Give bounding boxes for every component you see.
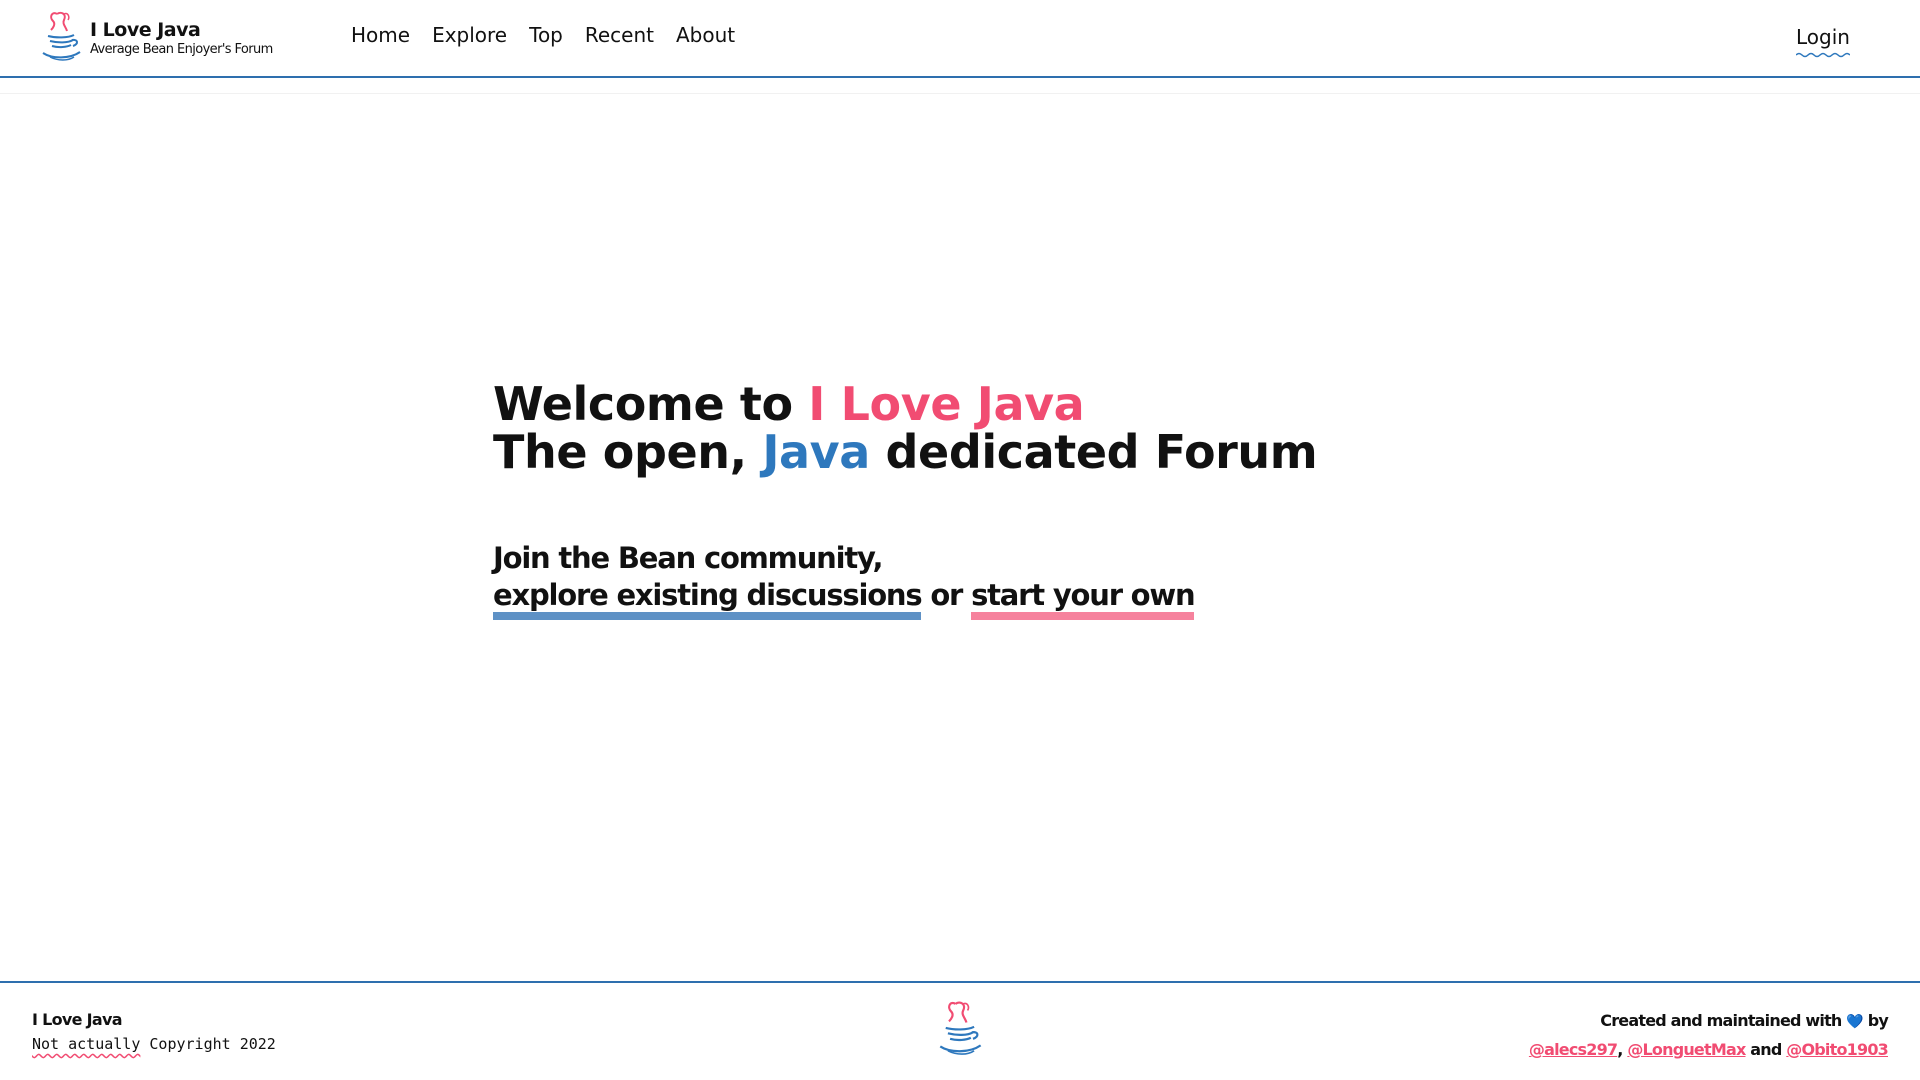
credits-separator-comma: , <box>1617 1040 1628 1059</box>
start-discussion-link[interactable]: start your own <box>971 578 1196 620</box>
cta-line-1: Join the Bean community, <box>493 541 883 575</box>
credits-by: by <box>1862 1011 1889 1030</box>
brand-subtitle: Average Bean Enjoyer's Forum <box>90 42 273 57</box>
nav-explore[interactable]: Explore <box>432 20 507 50</box>
site-footer: I Love Java Not actually Copyright 2022 … <box>0 981 1920 1080</box>
credits-separator-and: and <box>1745 1040 1787 1059</box>
hero-line-2-prefix: The open, <box>493 425 763 479</box>
login-label: Login <box>1796 25 1850 49</box>
footer-credits: Created and maintained with 💙 by @alecs2… <box>1529 1007 1889 1064</box>
login-link[interactable]: Login <box>1796 22 1850 58</box>
call-to-action: Join the Bean community, explore existin… <box>493 540 1196 620</box>
credits-line-1: Created and maintained with 💙 by <box>1529 1007 1889 1036</box>
author-link-longuetmax[interactable]: @LonguetMax <box>1627 1040 1746 1059</box>
author-link-obito1903[interactable]: @Obito1903 <box>1786 1040 1889 1059</box>
hero-line-1: Welcome to I Love Java <box>493 380 1393 428</box>
brand-home-link[interactable]: I Love Java Average Bean Enjoyer's Forum <box>40 10 273 64</box>
brand-text: I Love Java Average Bean Enjoyer's Forum <box>90 18 273 58</box>
hero-line-1-prefix: Welcome to <box>493 377 809 431</box>
credits-line-2: @alecs297, @LonguetMax and @Obito1903 <box>1529 1036 1889 1064</box>
site-header: I Love Java Average Bean Enjoyer's Forum… <box>0 0 1920 78</box>
cta-connector: or <box>921 578 972 612</box>
explore-discussions-link[interactable]: explore existing discussions <box>493 578 923 620</box>
cta-line-2: explore existing discussions or start yo… <box>493 577 1196 620</box>
hero-line-2-suffix: dedicated Forum <box>869 425 1318 479</box>
java-logo-icon <box>939 1001 982 1055</box>
main-nav: Home Explore Top Recent About <box>351 20 757 50</box>
nav-about[interactable]: About <box>676 20 735 50</box>
hero-line-2: The open, Java dedicated Forum <box>493 428 1393 476</box>
hero-heading: Welcome to I Love Java The open, Java de… <box>493 380 1393 476</box>
hero-java-highlight: Java <box>762 425 870 479</box>
nav-home[interactable]: Home <box>351 20 410 50</box>
footer-copyright: Not actually Copyright 2022 <box>32 1031 276 1057</box>
nav-top[interactable]: Top <box>529 20 563 50</box>
hero-brand-highlight: I Love Java <box>808 377 1085 431</box>
wavy-underline-decoration <box>1796 52 1850 58</box>
footer-copyright-rest: Copyright 2022 <box>140 1035 276 1053</box>
java-logo-icon <box>42 11 81 61</box>
credits-prefix: Created and maintained with <box>1600 1011 1847 1030</box>
footer-copyright-squiggle: Not actually <box>32 1035 141 1053</box>
footer-title: I Love Java <box>32 1010 123 1029</box>
header-divider <box>0 80 1920 94</box>
nav-recent[interactable]: Recent <box>585 20 654 50</box>
author-link-alecs297[interactable]: @alecs297 <box>1529 1040 1618 1059</box>
footer-left: I Love Java Not actually Copyright 2022 <box>32 1009 276 1057</box>
brand-title: I Love Java <box>90 19 201 41</box>
blue-heart-icon: 💙 <box>1846 1014 1863 1030</box>
